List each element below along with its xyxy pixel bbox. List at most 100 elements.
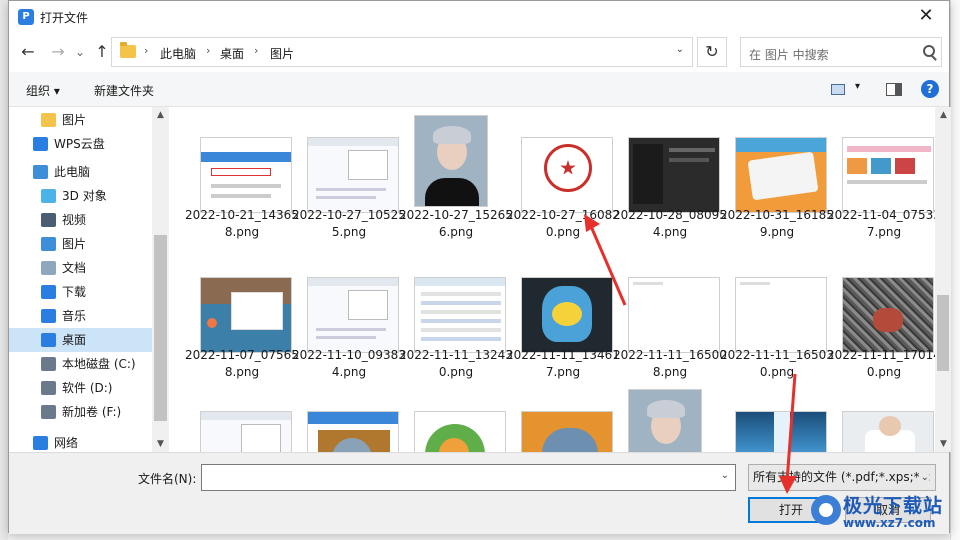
scrollbar-thumb[interactable] <box>154 235 167 421</box>
watermark-logo <box>811 495 841 525</box>
scroll-up-arrow[interactable]: ▲ <box>935 107 952 123</box>
thumbnail-detail <box>736 138 826 152</box>
file-list: 2022-10-21_143658.png 2022-10-27_105255.p… <box>169 107 935 452</box>
thumbnail-detail <box>847 146 931 152</box>
sidebar-item[interactable]: 下载 <box>9 280 152 304</box>
file-thumbnail <box>735 137 827 213</box>
sidebar-item[interactable]: 3D 对象 <box>9 184 152 208</box>
thumbnail-detail <box>316 336 376 339</box>
file-item[interactable]: 2022-11-10_093834.png <box>292 271 406 411</box>
file-item[interactable] <box>512 405 614 452</box>
file-thumbnail <box>414 115 488 207</box>
file-item[interactable] <box>619 389 721 452</box>
sidebar-item[interactable]: 网络 <box>9 431 152 452</box>
file-item[interactable] <box>833 405 935 452</box>
sidebar-item[interactable]: 此电脑 <box>9 160 152 184</box>
watermark-title: 极光下载站 <box>843 495 944 517</box>
network-icon <box>33 436 48 450</box>
file-item[interactable]: 2022-10-27_105255.png <box>292 131 406 271</box>
breadcrumb-desktop[interactable]: 桌面 <box>220 45 244 62</box>
sidebar-item-label: 网络 <box>54 436 79 450</box>
forward-button[interactable]: → <box>47 41 69 63</box>
toolbar: 组织 ▾ 新建文件夹 ▾ ? <box>9 72 949 107</box>
file-thumbnail <box>307 411 399 452</box>
sidebar-item[interactable]: 新加卷 (F:) <box>9 400 152 424</box>
back-button[interactable]: ← <box>17 41 39 63</box>
thumbnail-detail <box>211 184 281 188</box>
file-item[interactable]: 2022-11-11_165030.png <box>720 271 834 411</box>
folder-icon <box>41 113 56 127</box>
file-item[interactable] <box>298 405 400 452</box>
breadcrumb-pictures[interactable]: 图片 <box>270 45 294 62</box>
sidebar-item[interactable]: 本地磁盘 (C:) <box>9 352 152 376</box>
sidebar-item[interactable]: WPS云盘 <box>9 132 152 156</box>
file-item[interactable]: 2022-10-28_080954.png <box>613 131 727 271</box>
scrollbar-thumb[interactable] <box>937 295 949 371</box>
recent-locations-button[interactable]: ⌄ <box>69 41 91 63</box>
file-list-scrollbar[interactable]: ▲ ▼ <box>935 107 951 452</box>
sidebar-item-label: 视频 <box>62 213 87 227</box>
scroll-up-arrow[interactable]: ▲ <box>152 107 169 123</box>
app-icon: P <box>18 9 34 25</box>
scroll-down-arrow[interactable]: ▼ <box>152 436 169 452</box>
view-mode-icon[interactable] <box>831 84 845 95</box>
chevron-down-icon[interactable]: ⌄ <box>721 470 729 481</box>
file-thumbnail <box>414 411 506 452</box>
sidebar-scrollbar[interactable]: ▲ ▼ <box>152 107 169 452</box>
sidebar-item-label: 桌面 <box>62 333 87 347</box>
file-item[interactable]: 2022-11-11_132430.png <box>399 271 513 411</box>
thumbnail-detail <box>241 424 281 452</box>
preview-pane-icon[interactable] <box>886 83 902 96</box>
thumbnail-detail <box>847 158 867 174</box>
file-item[interactable]: 2022-11-11_170140.png <box>827 271 935 411</box>
close-button[interactable]: ✕ <box>903 1 949 32</box>
thumbnail-detail <box>542 428 598 452</box>
sidebar-item-label: 此电脑 <box>54 165 91 179</box>
chevron-down-icon[interactable]: ⌄ <box>676 44 684 55</box>
file-thumbnail <box>842 137 934 213</box>
thumbnail-detail <box>421 337 501 341</box>
sidebar-item[interactable]: 音乐 <box>9 304 152 328</box>
new-folder-button[interactable]: 新建文件夹 <box>94 82 154 99</box>
filename-label: 文件名(N): <box>138 472 197 486</box>
sidebar-item[interactable]: 桌面 <box>9 328 152 352</box>
sidebar-item-label: WPS云盘 <box>54 137 105 151</box>
thumbnail-detail <box>421 310 501 314</box>
sidebar-item[interactable]: 文档 <box>9 256 152 280</box>
sidebar-item[interactable]: 图片 <box>9 108 152 132</box>
sidebar-item[interactable]: 图片 <box>9 232 152 256</box>
thumbnail-detail <box>633 282 663 285</box>
up-button[interactable]: ↑ <box>91 41 113 63</box>
file-item[interactable]: 2022-11-04_075337.png <box>827 131 935 271</box>
file-thumbnail <box>628 137 720 213</box>
filename-input[interactable]: ⌄ <box>201 464 736 491</box>
file-item[interactable]: 2022-11-11_134617.png <box>506 271 620 411</box>
background-app-left <box>0 0 8 540</box>
thumbnail-detail <box>316 188 386 191</box>
file-item[interactable]: 2022-10-27_152656.png <box>399 115 513 271</box>
music-icon <box>41 309 56 323</box>
address-bar[interactable]: › 此电脑 › 桌面 › 图片 ⌄ <box>111 37 693 67</box>
sidebar-item-label: 下载 <box>62 285 87 299</box>
file-item[interactable]: 2022-10-27_160820.png <box>506 131 620 271</box>
file-item[interactable] <box>191 405 293 452</box>
search-input[interactable]: 在 图片 中搜索 <box>740 37 942 67</box>
file-thumbnail <box>521 137 613 213</box>
file-item[interactable] <box>726 405 828 452</box>
download-icon <box>41 285 56 299</box>
sidebar-item[interactable]: 软件 (D:) <box>9 376 152 400</box>
scroll-down-arrow[interactable]: ▼ <box>935 436 952 452</box>
file-name: 2022-11-04_075337.png <box>827 208 935 239</box>
refresh-button[interactable]: ↻ <box>697 37 727 67</box>
file-item[interactable] <box>405 405 507 452</box>
file-item[interactable]: 2022-10-31_161859.png <box>720 131 834 271</box>
file-item[interactable]: 2022-10-21_143658.png <box>185 131 299 271</box>
file-item[interactable]: 2022-11-07_075658.png <box>185 271 299 411</box>
window-title: 打开文件 <box>40 11 89 25</box>
breadcrumb-this-pc[interactable]: 此电脑 <box>160 45 196 62</box>
file-name: 2022-11-11_165008.png <box>613 348 727 379</box>
help-icon[interactable]: ? <box>921 80 939 98</box>
sidebar-item[interactable]: 视频 <box>9 208 152 232</box>
chevron-down-icon[interactable]: ▾ <box>855 81 860 92</box>
organize-button[interactable]: 组织 ▾ <box>26 82 60 99</box>
